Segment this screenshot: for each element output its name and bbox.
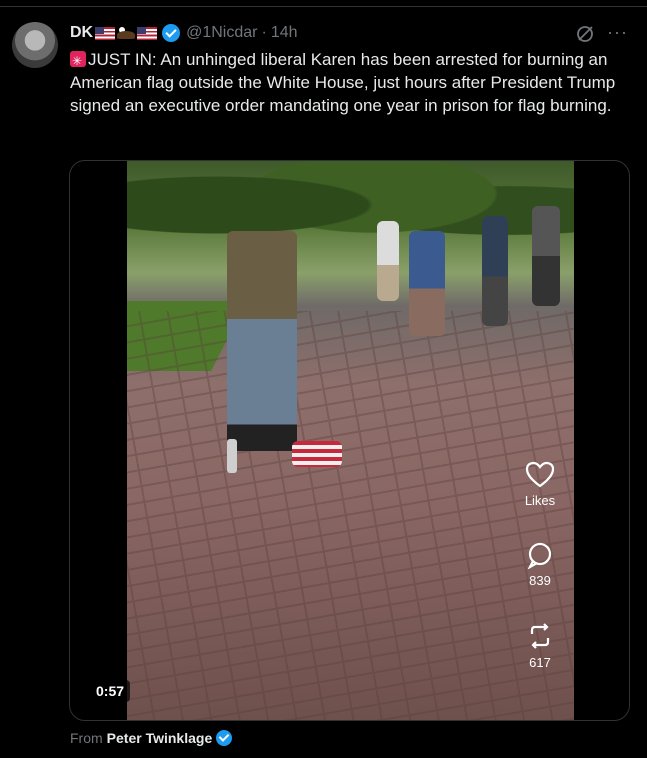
grok-icon[interactable]: [575, 24, 595, 44]
display-name[interactable]: DK: [70, 24, 93, 42]
bystander-figure: [409, 231, 445, 336]
man-figure: [227, 231, 297, 451]
top-divider: [0, 6, 647, 7]
siren-icon: [70, 50, 86, 73]
video-duration: 0:57: [90, 680, 131, 702]
repost-count: 617: [529, 655, 551, 670]
attribution: From Peter Twinklage: [70, 730, 233, 746]
water-bottle: [227, 439, 237, 473]
us-flag-icon: [137, 26, 158, 40]
us-flag-icon: [95, 26, 116, 40]
flag-on-ground: [292, 441, 342, 467]
video-player[interactable]: Likes 839 617 0:57: [69, 160, 630, 721]
separator: ·: [261, 24, 267, 41]
tweet-body: JUST IN: An unhinged liberal Karen has b…: [70, 50, 616, 115]
repost-icon: [530, 623, 550, 649]
tweet-text: JUST IN: An unhinged liberal Karen has b…: [70, 48, 630, 117]
bystander-figure: [532, 206, 560, 306]
tweet-header: DK @1Nicdar · 14h: [70, 22, 298, 44]
comment-count: 839: [529, 573, 551, 588]
video-frame[interactable]: [127, 161, 574, 720]
handle[interactable]: @1Nicdar: [186, 24, 257, 42]
comment-button[interactable]: 839: [520, 541, 560, 588]
source-name[interactable]: Peter Twinklage: [107, 730, 213, 746]
more-options-icon[interactable]: ···: [607, 22, 628, 43]
like-button[interactable]: Likes: [520, 461, 560, 508]
repost-button[interactable]: 617: [520, 621, 560, 670]
bystander-figure: [482, 216, 508, 326]
video-brick-path: [127, 311, 574, 720]
verified-badge-icon: [216, 730, 233, 746]
heart-icon: [525, 461, 555, 488]
comment-icon: [527, 542, 552, 569]
bystander-figure: [377, 221, 399, 301]
likes-label: Likes: [524, 493, 556, 508]
attribution-prefix: From: [70, 730, 103, 746]
avatar[interactable]: [12, 22, 58, 68]
verified-badge-icon[interactable]: [162, 24, 181, 42]
timestamp[interactable]: 14h: [271, 24, 298, 42]
eagle-icon: [117, 26, 136, 40]
